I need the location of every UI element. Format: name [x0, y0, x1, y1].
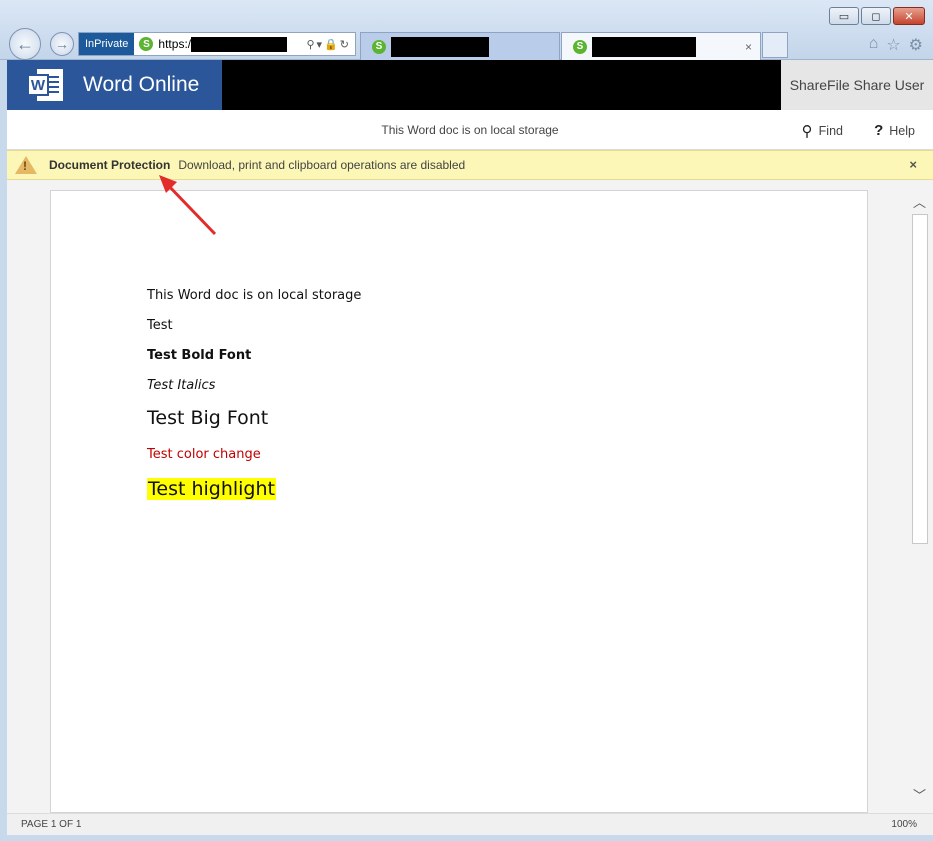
- forward-button[interactable]: →: [50, 32, 74, 56]
- document-protection-bar: ! Document Protection Download, print an…: [7, 150, 933, 180]
- document-title: This Word doc is on local storage: [381, 123, 559, 137]
- paragraph-italic: Test Italics: [147, 378, 216, 393]
- inprivate-badge: InPrivate: [79, 33, 135, 55]
- zoom-level[interactable]: 100%: [891, 819, 917, 830]
- browser-toolbar-icons: ⌂ ☆ ⚙: [869, 35, 923, 55]
- address-bar[interactable]: InPrivate S https:/ ⚲▾🔒↻: [78, 32, 356, 56]
- help-label: Help: [889, 123, 915, 138]
- warning-icon: !: [15, 156, 37, 174]
- new-tab-button[interactable]: [762, 32, 788, 58]
- help-icon: ?: [874, 122, 884, 139]
- paragraph: This Word doc is on local storage: [147, 288, 362, 303]
- scroll-up-icon[interactable]: ︿: [913, 192, 926, 211]
- app-name: Word Online: [83, 73, 200, 96]
- redacted-tab-title: [592, 36, 696, 57]
- sharefile-tab-icon: S: [372, 39, 386, 54]
- browser-tab-1[interactable]: S: [360, 32, 560, 60]
- paragraph-bold: Test Bold Font: [147, 348, 252, 363]
- back-button[interactable]: ←: [9, 28, 41, 60]
- scroll-down-icon[interactable]: ﹀: [913, 785, 926, 804]
- browser-chrome: ▭ ◻ ✕ ← → InPrivate S https:/ ⚲▾🔒↻ S S ×…: [0, 0, 933, 60]
- settings-gear-icon[interactable]: ⚙: [909, 35, 923, 55]
- search-icon: ⚲: [801, 123, 813, 140]
- favorites-star-icon[interactable]: ☆: [886, 35, 900, 55]
- protection-message: Download, print and clipboard operations…: [178, 158, 466, 172]
- document-toolbar: This Word doc is on local storage ⚲ Find…: [7, 110, 933, 150]
- document-page[interactable]: This Word doc is on local storage Test T…: [50, 190, 868, 813]
- browser-tab-2[interactable]: S ×: [561, 32, 761, 60]
- vertical-scrollbar[interactable]: ︿ ﹀: [910, 190, 930, 810]
- word-logo-icon: W: [27, 69, 63, 101]
- redacted-url: [191, 36, 288, 52]
- page-count: PAGE 1 OF 1: [21, 819, 82, 830]
- paragraph: Test: [147, 318, 173, 333]
- paragraph-big-font: Test Big Font: [147, 407, 269, 429]
- window-controls: ▭ ◻ ✕: [829, 7, 925, 25]
- word-brand[interactable]: W Word Online: [7, 60, 222, 110]
- paragraph-color-change: Test color change: [147, 447, 261, 462]
- sharefile-tab-icon: S: [573, 39, 587, 54]
- home-icon[interactable]: ⌂: [869, 35, 879, 55]
- help-button[interactable]: ? Help: [874, 122, 915, 139]
- sharefile-site-icon: S: [139, 37, 154, 51]
- close-protection-bar-icon[interactable]: ×: [909, 157, 917, 172]
- protection-title: Document Protection: [49, 158, 171, 172]
- find-label: Find: [818, 124, 843, 138]
- minimize-button[interactable]: ▭: [829, 7, 859, 25]
- word-header: W Word Online ShareFile Share User: [7, 60, 933, 110]
- paragraph-highlight: Test highlight: [147, 478, 276, 500]
- annotation-arrow-icon: [159, 175, 217, 236]
- address-url[interactable]: https:/: [158, 37, 191, 51]
- tab-close-icon[interactable]: ×: [745, 40, 752, 54]
- address-tools-icons[interactable]: ⚲▾🔒↻: [307, 38, 356, 51]
- document-canvas: This Word doc is on local storage Test T…: [7, 180, 933, 813]
- redacted-tab-title: [391, 36, 489, 57]
- user-name[interactable]: ShareFile Share User: [781, 60, 933, 110]
- scrollbar-thumb[interactable]: [912, 214, 928, 544]
- close-window-button[interactable]: ✕: [893, 7, 925, 25]
- status-bar: PAGE 1 OF 1 100%: [7, 813, 933, 835]
- find-button[interactable]: ⚲ Find: [802, 122, 843, 140]
- maximize-button[interactable]: ◻: [861, 7, 891, 25]
